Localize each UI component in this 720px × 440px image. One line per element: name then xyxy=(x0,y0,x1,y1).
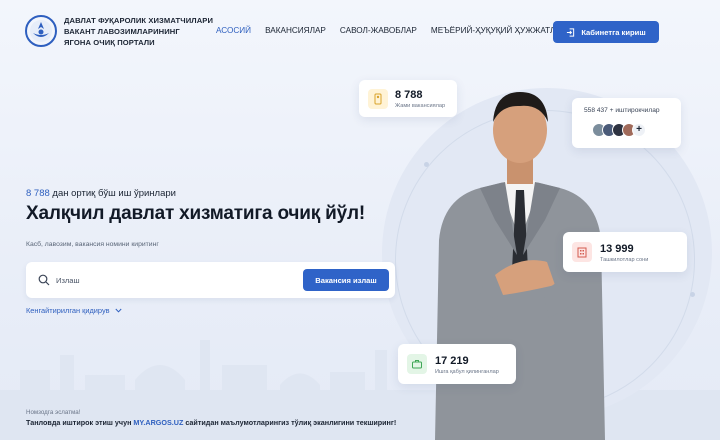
notice-text: Танловда иштирок этиш учун MY.ARGOS.UZ с… xyxy=(26,418,396,427)
main-nav: АСОСИЙ ВАКАНСИЯЛАР САВОЛ-ЖАВОБЛАР МЕЪЁРИ… xyxy=(216,26,580,35)
vacancy-search-button[interactable]: Вакансия излаш xyxy=(303,269,389,291)
orbit-dot xyxy=(690,292,695,297)
stat-accepted-label: Ишга қабул қилинганлар xyxy=(435,369,499,375)
vacancy-icon xyxy=(368,89,388,109)
cabinet-login-label: Кабинетга кириш xyxy=(581,27,646,37)
hero-title: Халқчил давлат хизматига очиқ йўл! xyxy=(26,203,365,224)
stat-vacancies-label: Жами вакансиялар xyxy=(395,103,446,109)
hero-count-number: 8 788 xyxy=(26,188,50,199)
notice-text-before: Танловда иштирок этиш учун xyxy=(26,418,134,427)
hero-vacancy-count: 8 788 дан ортиқ бўш иш ўринлари xyxy=(26,188,176,199)
building-icon xyxy=(572,242,592,262)
portal-title-line: ДАВЛАТ ФУҚАРОЛИК ХИЗМАТЧИЛАРИ xyxy=(64,16,213,25)
nav-vacancies[interactable]: ВАКАНСИЯЛАР xyxy=(265,26,326,35)
stat-card-vacancies: 8 788 Жами вакансиялар xyxy=(359,80,457,117)
nav-faq[interactable]: САВОЛ-ЖАВОБЛАР xyxy=(340,26,417,35)
stat-accepted-value: 17 219 xyxy=(435,355,469,367)
participant-avatars: + xyxy=(592,123,646,137)
search-box: Вакансия излаш xyxy=(26,262,395,298)
site-header: ДАВЛАТ ФУҚАРОЛИК ХИЗМАТЧИЛАРИ ВАКАНТ ЛАВ… xyxy=(0,0,720,62)
hero-count-text: дан ортиқ бўш иш ўринлари xyxy=(49,188,176,199)
search-input[interactable] xyxy=(56,271,286,289)
cabinet-login-button[interactable]: Кабинетга кириш xyxy=(553,21,659,43)
argos-link[interactable]: MY.ARGOS.UZ xyxy=(133,418,183,427)
emblem-logo-icon[interactable] xyxy=(25,14,57,48)
chevron-down-icon xyxy=(115,308,122,313)
stat-vacancies-value: 8 788 xyxy=(395,89,423,101)
login-icon xyxy=(567,27,575,37)
stat-card-organizations: 13 999 Ташкилотлар сони xyxy=(563,232,687,272)
stat-organizations-value: 13 999 xyxy=(600,243,634,255)
nav-legal-docs[interactable]: МЕЪЁРИЙ-ҲУҚУҚИЙ ҲУЖЖАТЛАР xyxy=(431,26,566,35)
stat-card-participants: 558 437 + иштирокчилар + xyxy=(572,98,681,148)
stat-participants-label: 558 437 + иштирокчилар xyxy=(584,107,660,114)
nav-home[interactable]: АСОСИЙ xyxy=(216,26,251,35)
stat-organizations-label: Ташкилотлар сони xyxy=(600,257,649,263)
notice-label: Номзодга эслатма! xyxy=(26,409,81,416)
stat-card-accepted: 17 219 Ишга қабул қилинганлар xyxy=(398,344,516,384)
advanced-search-label: Кенгайтирилган қидирув xyxy=(26,306,110,315)
search-icon xyxy=(38,274,50,286)
portal-title-line: ВАКАНТ ЛАВОЗИМЛАРИНИНГ xyxy=(64,27,180,36)
portal-title-line: ЯГОНА ОЧИҚ ПОРТАЛИ xyxy=(64,38,155,47)
notice-text-after: сайтидан маълумотларингиз тўлиқ эканлиги… xyxy=(183,418,397,427)
plus-icon: + xyxy=(632,123,646,137)
briefcase-icon xyxy=(407,354,427,374)
advanced-search-toggle[interactable]: Кенгайтирилган қидирув xyxy=(26,306,122,315)
search-hint: Касб, лавозим, вакансия номини киритинг xyxy=(26,241,159,248)
portal-title: ДАВЛАТ ФУҚАРОЛИК ХИЗМАТЧИЛАРИ ВАКАНТ ЛАВ… xyxy=(64,15,214,48)
